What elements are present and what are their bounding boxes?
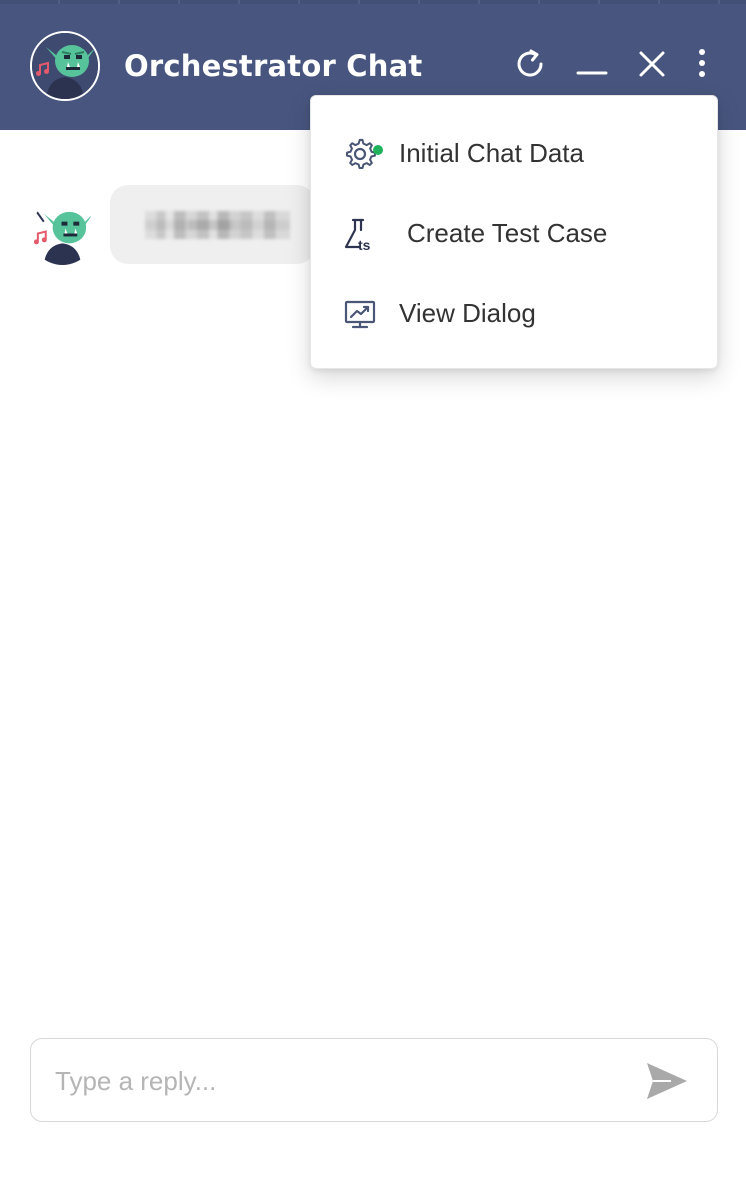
reply-input[interactable] [55, 1059, 615, 1103]
options-dropdown-menu: Initial Chat Data ts Create Test Case Vi… [310, 95, 718, 369]
refresh-icon [517, 49, 543, 77]
minimize-icon [576, 71, 608, 75]
menu-item-create-test-case[interactable]: ts Create Test Case [311, 193, 717, 273]
refresh-button[interactable] [510, 42, 550, 86]
menu-item-view-dialog[interactable]: View Dialog [311, 273, 717, 353]
flask-ts-icon: ts [344, 218, 371, 251]
message-bubble [110, 185, 315, 264]
chat-title: Orchestrator Chat [124, 49, 423, 83]
menu-item-label: Create Test Case [407, 218, 608, 248]
more-vertical-icon [699, 49, 705, 77]
reply-composer [30, 1038, 718, 1122]
redacted-message-text [145, 211, 290, 239]
send-button[interactable] [643, 1059, 691, 1103]
close-icon [639, 51, 665, 77]
close-button[interactable] [632, 42, 672, 86]
svg-text:ts: ts [358, 237, 371, 251]
menu-item-label: Initial Chat Data [399, 138, 584, 168]
more-menu-button[interactable] [684, 42, 720, 86]
status-dot [373, 145, 383, 155]
monitor-chart-icon [344, 300, 376, 329]
menu-item-initial-chat-data[interactable]: Initial Chat Data [311, 113, 717, 193]
gear-icon [346, 138, 376, 170]
send-icon [647, 1063, 687, 1099]
menu-item-label: View Dialog [399, 298, 536, 328]
orc-avatar [30, 31, 100, 101]
header-top-strip [0, 0, 746, 4]
minimize-button[interactable] [572, 42, 612, 86]
orc-avatar [30, 200, 95, 265]
